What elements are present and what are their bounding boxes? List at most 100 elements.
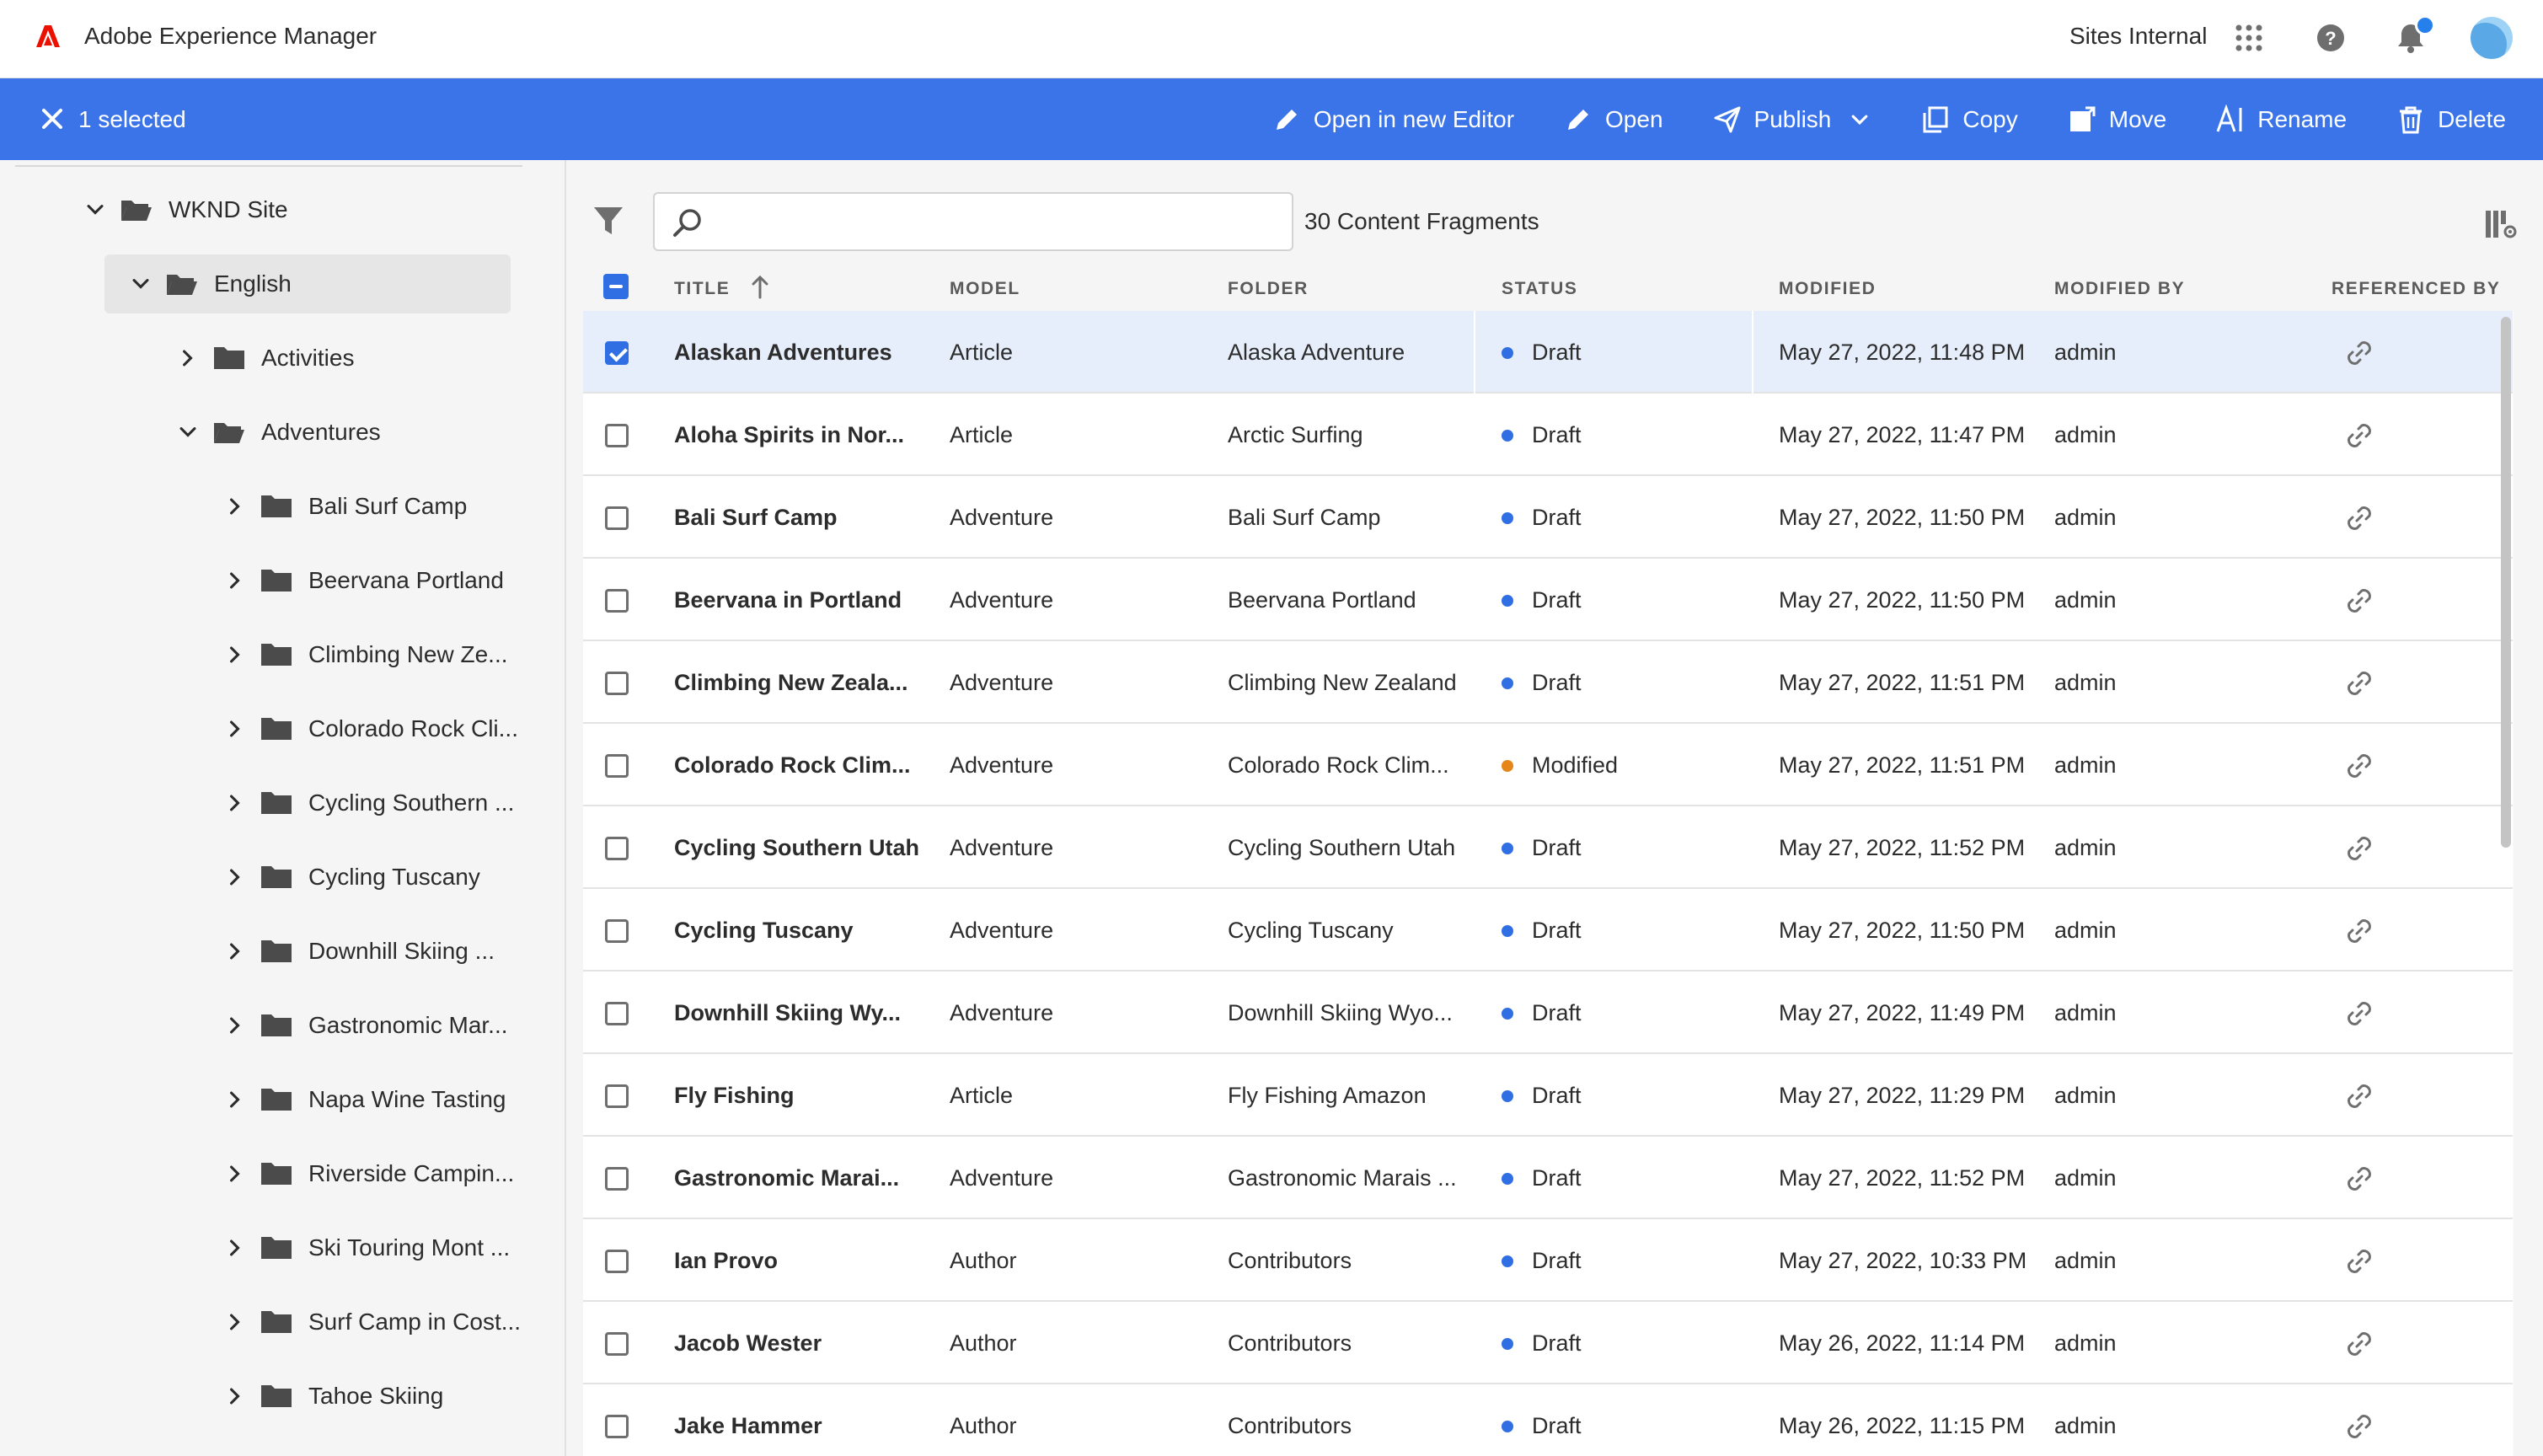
chevron-right-icon[interactable] [221, 937, 249, 966]
link-icon[interactable] [2342, 1410, 2376, 1443]
column-folder[interactable]: FOLDER [1228, 279, 1309, 299]
chevron-right-icon[interactable] [221, 1159, 249, 1188]
tree-item-adventure-9[interactable]: Riverside Campin... [221, 1144, 514, 1203]
row-title[interactable]: Cycling Southern Utah [674, 835, 919, 861]
publish-button[interactable]: Publish [1712, 104, 1872, 135]
link-icon[interactable] [2342, 1162, 2376, 1196]
search-field[interactable] [653, 192, 1293, 251]
chevron-down-icon[interactable] [174, 418, 202, 447]
row-checkbox[interactable] [605, 672, 629, 695]
column-status[interactable]: STATUS [1502, 279, 1577, 299]
chevron-right-icon[interactable] [221, 715, 249, 743]
row-checkbox[interactable] [605, 1084, 629, 1108]
copy-button[interactable]: Copy [1920, 104, 2018, 135]
table-row[interactable]: Jake Hammer Author Contributors Draft May 26… [583, 1384, 2513, 1456]
tree-item-adventure-10[interactable]: Ski Touring Mont ... [221, 1218, 510, 1277]
tree-item-adventure-7[interactable]: Gastronomic Mar... [221, 996, 508, 1055]
row-checkbox[interactable] [605, 1415, 629, 1438]
select-all-checkbox[interactable] [603, 274, 629, 299]
table-row[interactable]: Jacob Wester Author Contributors Draft May 2… [583, 1302, 2513, 1384]
tree-item-adventure-1[interactable]: Beervana Portland [221, 551, 504, 610]
chevron-right-icon[interactable] [221, 1011, 249, 1040]
row-title[interactable]: Colorado Rock Clim... [674, 752, 911, 779]
tree-item-adventure-12[interactable]: Tahoe Skiing [221, 1367, 443, 1426]
delete-button[interactable]: Delete [2396, 104, 2506, 135]
tree-item-adventure-4[interactable]: Cycling Southern ... [221, 774, 514, 832]
move-button[interactable]: Move [2067, 104, 2166, 135]
table-row[interactable]: Ian Provo Author Contributors Draft May 27, … [583, 1219, 2513, 1302]
link-icon[interactable] [2342, 832, 2376, 865]
chevron-right-icon[interactable] [221, 1085, 249, 1114]
column-modified-by[interactable]: MODIFIED BY [2054, 279, 2185, 299]
environment-name[interactable]: Sites Internal [2069, 23, 2207, 50]
row-title[interactable]: Downhill Skiing Wy... [674, 1000, 901, 1026]
tree-item-activities[interactable]: Activities [174, 329, 354, 388]
table-row[interactable]: Colorado Rock Clim... Adventure Colorado R… [583, 724, 2513, 806]
column-modified[interactable]: MODIFIED [1779, 279, 1876, 299]
link-icon[interactable] [2342, 1245, 2376, 1278]
row-checkbox[interactable] [605, 424, 629, 447]
table-row[interactable]: Cycling Southern Utah Adventure Cycling So… [583, 806, 2513, 889]
scrollbar-thumb[interactable] [2501, 317, 2511, 848]
table-row[interactable]: Alaskan Adventures Article Alaska Adventur… [583, 311, 2513, 393]
row-checkbox[interactable] [605, 919, 629, 943]
adobe-logo-icon[interactable] [35, 24, 61, 49]
table-row[interactable]: Fly Fishing Article Fly Fishing Amazon Draf… [583, 1054, 2513, 1137]
table-row[interactable]: Gastronomic Marai... Adventure Gastronomic… [583, 1137, 2513, 1219]
row-title[interactable]: Climbing New Zeala... [674, 670, 908, 696]
chevron-down-icon[interactable] [126, 270, 155, 298]
row-checkbox[interactable] [605, 341, 629, 365]
link-icon[interactable] [2342, 914, 2376, 948]
row-title[interactable]: Gastronomic Marai... [674, 1165, 899, 1191]
chevron-right-icon[interactable] [221, 492, 249, 521]
tree-item-adventure-6[interactable]: Downhill Skiing ... [221, 922, 495, 981]
link-icon[interactable] [2342, 997, 2376, 1030]
row-title[interactable]: Beervana in Portland [674, 587, 902, 613]
tree-item-adventure-5[interactable]: Cycling Tuscany [221, 848, 480, 907]
column-model[interactable]: MODEL [950, 279, 1020, 299]
table-row[interactable]: Cycling Tuscany Adventure Cycling Tuscany D… [583, 889, 2513, 972]
tree-item-adventure-0[interactable]: Bali Surf Camp [221, 477, 467, 536]
chevron-right-icon[interactable] [221, 1234, 249, 1262]
tree-item-wknd-site[interactable]: WKND Site [81, 180, 288, 239]
table-row[interactable]: Aloha Spirits in Nor... Article Arctic Sur… [583, 393, 2513, 476]
row-checkbox[interactable] [605, 1167, 629, 1191]
link-icon[interactable] [2342, 1327, 2376, 1361]
search-input[interactable] [714, 202, 1278, 241]
table-row[interactable]: Downhill Skiing Wy... Adventure Downhill S… [583, 972, 2513, 1054]
table-row[interactable]: Beervana in Portland Adventure Beervana Po… [583, 559, 2513, 641]
row-checkbox[interactable] [605, 506, 629, 530]
row-checkbox[interactable] [605, 754, 629, 778]
tree-item-adventure-3[interactable]: Colorado Rock Cli... [221, 699, 518, 758]
chevron-down-icon[interactable] [81, 195, 110, 224]
rename-button[interactable]: Rename [2215, 104, 2347, 135]
chevron-right-icon[interactable] [221, 789, 249, 817]
chevron-right-icon[interactable] [221, 1382, 249, 1410]
row-title[interactable]: Ian Provo [674, 1248, 778, 1274]
chevron-right-icon[interactable] [221, 1308, 249, 1336]
row-checkbox[interactable] [605, 1332, 629, 1356]
tree-item-adventures[interactable]: Adventures [174, 403, 381, 462]
link-icon[interactable] [2342, 419, 2376, 452]
sort-ascending-icon[interactable] [748, 272, 772, 301]
tree-item-english[interactable]: English [104, 254, 511, 313]
chevron-right-icon[interactable] [221, 640, 249, 669]
row-checkbox[interactable] [605, 1002, 629, 1025]
link-icon[interactable] [2342, 1079, 2376, 1113]
chevron-down-icon[interactable] [1848, 108, 1871, 131]
user-avatar[interactable] [2471, 17, 2513, 59]
row-title[interactable]: Cycling Tuscany [674, 918, 854, 944]
chevron-right-icon[interactable] [221, 566, 249, 595]
row-title[interactable]: Fly Fishing [674, 1083, 795, 1109]
close-selection-icon[interactable] [37, 104, 67, 134]
column-settings-icon[interactable] [2484, 207, 2518, 241]
filter-icon[interactable] [592, 204, 625, 238]
table-row[interactable]: Climbing New Zeala... Adventure Climbing N… [583, 641, 2513, 724]
tree-item-adventure-8[interactable]: Napa Wine Tasting [221, 1070, 506, 1129]
row-title[interactable]: Alaskan Adventures [674, 340, 892, 366]
link-icon[interactable] [2342, 666, 2376, 700]
row-checkbox[interactable] [605, 589, 629, 613]
row-title[interactable]: Jacob Wester [674, 1330, 822, 1357]
link-icon[interactable] [2342, 336, 2376, 370]
row-checkbox[interactable] [605, 1250, 629, 1273]
